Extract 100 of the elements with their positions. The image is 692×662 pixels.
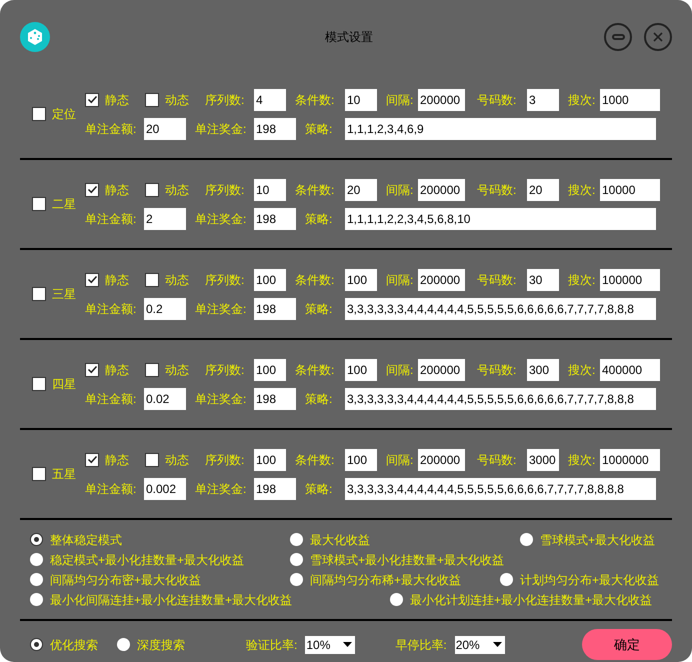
radio-button[interactable]: [290, 553, 303, 566]
input-field[interactable]: 198: [254, 388, 296, 410]
radio-button[interactable]: [520, 533, 533, 546]
input-field[interactable]: 20: [527, 178, 559, 200]
field-label: 单注奖金:: [195, 390, 248, 408]
checkbox[interactable]: [145, 182, 159, 196]
checkbox[interactable]: [85, 362, 99, 376]
input-field[interactable]: 200000: [418, 178, 465, 200]
radio-label: 最小化间隔连挂+最小化连挂数量+最大化收益: [50, 592, 292, 608]
input-field[interactable]: 400000: [600, 358, 660, 380]
radio-label: 优化搜索: [50, 636, 98, 654]
checkbox[interactable]: [145, 452, 159, 466]
input-field[interactable]: 198: [254, 208, 296, 230]
radio-button[interactable]: [30, 573, 43, 586]
radio-label: 整体稳定模式: [50, 532, 122, 548]
checkbox[interactable]: [32, 467, 46, 481]
input-field[interactable]: 100: [254, 268, 286, 290]
input-field[interactable]: 300: [527, 358, 559, 380]
checkbox-label: 动态: [165, 272, 189, 288]
checkbox[interactable]: [32, 107, 46, 121]
field-label: 间隔:: [386, 362, 414, 378]
input-field[interactable]: 200000: [418, 268, 465, 290]
input-field[interactable]: 100: [345, 268, 377, 290]
checkbox[interactable]: [85, 92, 99, 106]
field-label: 单注奖金:: [195, 480, 248, 498]
radio-button[interactable]: [500, 573, 513, 586]
input-field[interactable]: 3000: [527, 448, 559, 470]
confirm-button[interactable]: 确定: [582, 629, 672, 660]
input-field[interactable]: 20: [345, 178, 377, 200]
section-label: 四星: [52, 376, 76, 393]
input-field[interactable]: 198: [254, 478, 296, 500]
input-field[interactable]: 100000: [600, 268, 660, 290]
input-field[interactable]: 0.02: [144, 388, 186, 410]
field-label: 单注奖金:: [195, 300, 248, 318]
window-title: 模式设置: [324, 29, 374, 46]
checkbox[interactable]: [85, 452, 99, 466]
input-field[interactable]: 3,3,3,3,3,3,4,4,4,4,4,4,5,5,5,5,5,6,6,6,6,6,7,7,7,7,8,8,8: [345, 388, 656, 410]
input-field[interactable]: 1,1,1,1,2,2,3,4,5,6,8,10: [345, 208, 656, 230]
checkbox[interactable]: [32, 287, 46, 301]
radio-label: 间隔均匀分布密+最大化收益: [50, 572, 202, 588]
radio-button[interactable]: [390, 593, 403, 606]
section-label: 定位: [52, 106, 76, 123]
input-field[interactable]: 200000: [418, 448, 465, 470]
radio-button[interactable]: [290, 533, 303, 546]
input-field[interactable]: 198: [254, 118, 296, 140]
checkbox[interactable]: [85, 272, 99, 286]
input-field[interactable]: 1000: [600, 88, 660, 110]
checkbox-label: 动态: [165, 182, 189, 198]
field-label: 单注奖金:: [195, 120, 248, 138]
input-field[interactable]: 200000: [418, 88, 465, 110]
input-field[interactable]: 100: [345, 448, 377, 470]
check-icon: [86, 274, 98, 285]
input-field[interactable]: 20: [144, 118, 186, 140]
input-field[interactable]: 10000: [600, 178, 660, 200]
section-label: 二星: [52, 196, 76, 213]
input-field[interactable]: 30: [527, 268, 559, 290]
input-field[interactable]: 10: [254, 178, 286, 200]
checkbox[interactable]: [145, 272, 159, 286]
dropdown[interactable]: 10%: [305, 636, 356, 654]
dropdown[interactable]: 20%: [454, 636, 505, 654]
input-field[interactable]: 0.2: [144, 298, 186, 320]
radio-button[interactable]: [30, 553, 43, 566]
radio-button[interactable]: [290, 573, 303, 586]
input-field[interactable]: 198: [254, 298, 296, 320]
field-label: 策略:: [305, 120, 334, 138]
input-field[interactable]: 1000000: [600, 448, 660, 470]
field-label: 单注金额:: [85, 390, 138, 408]
radio-button[interactable]: [30, 593, 43, 606]
checkbox[interactable]: [145, 92, 159, 106]
input-field[interactable]: 100: [254, 448, 286, 470]
input-field[interactable]: 3,3,3,3,3,3,4,4,4,4,4,4,5,5,5,5,5,6,6,6,6,6,7,7,7,7,8,8,8: [345, 298, 656, 320]
checkbox-label: 动态: [165, 362, 189, 378]
radio-label: 深度搜索: [137, 636, 185, 654]
checkbox[interactable]: [85, 182, 99, 196]
minimize-button[interactable]: [604, 23, 632, 51]
radio-label: 间隔均匀分布稀+最大化收益: [310, 572, 462, 588]
input-field[interactable]: 1,1,1,2,3,4,6,9: [345, 118, 656, 140]
input-field[interactable]: 3,3,3,3,3,4,4,4,4,4,4,5,5,5,5,5,6,6,6,6,7,7,7,7,8,8,8,8: [345, 478, 656, 500]
input-field[interactable]: 0.002: [144, 478, 186, 500]
check-icon: [86, 184, 98, 195]
input-field[interactable]: 4: [254, 88, 286, 110]
checkbox[interactable]: [32, 377, 46, 391]
input-field[interactable]: 3: [527, 88, 559, 110]
input-field[interactable]: 100: [345, 358, 377, 380]
radio-button[interactable]: [30, 533, 43, 546]
radio-label: 最大化收益: [310, 532, 370, 548]
radio-button[interactable]: [117, 638, 130, 651]
input-field[interactable]: 100: [254, 358, 286, 380]
close-button[interactable]: [644, 23, 672, 51]
field-label: 搜次:: [568, 362, 596, 378]
field-label: 早停比率:: [395, 636, 447, 654]
radio-label: 计划均匀分布+最大化收益: [520, 572, 660, 588]
input-field[interactable]: 2: [144, 208, 186, 230]
field-label: 单注金额:: [85, 120, 138, 138]
input-field[interactable]: 10: [345, 88, 377, 110]
checkbox[interactable]: [145, 362, 159, 376]
radio-button[interactable]: [30, 638, 43, 651]
checkbox[interactable]: [32, 197, 46, 211]
input-field[interactable]: 200000: [418, 358, 465, 380]
field-label: 序列数:: [205, 362, 246, 378]
